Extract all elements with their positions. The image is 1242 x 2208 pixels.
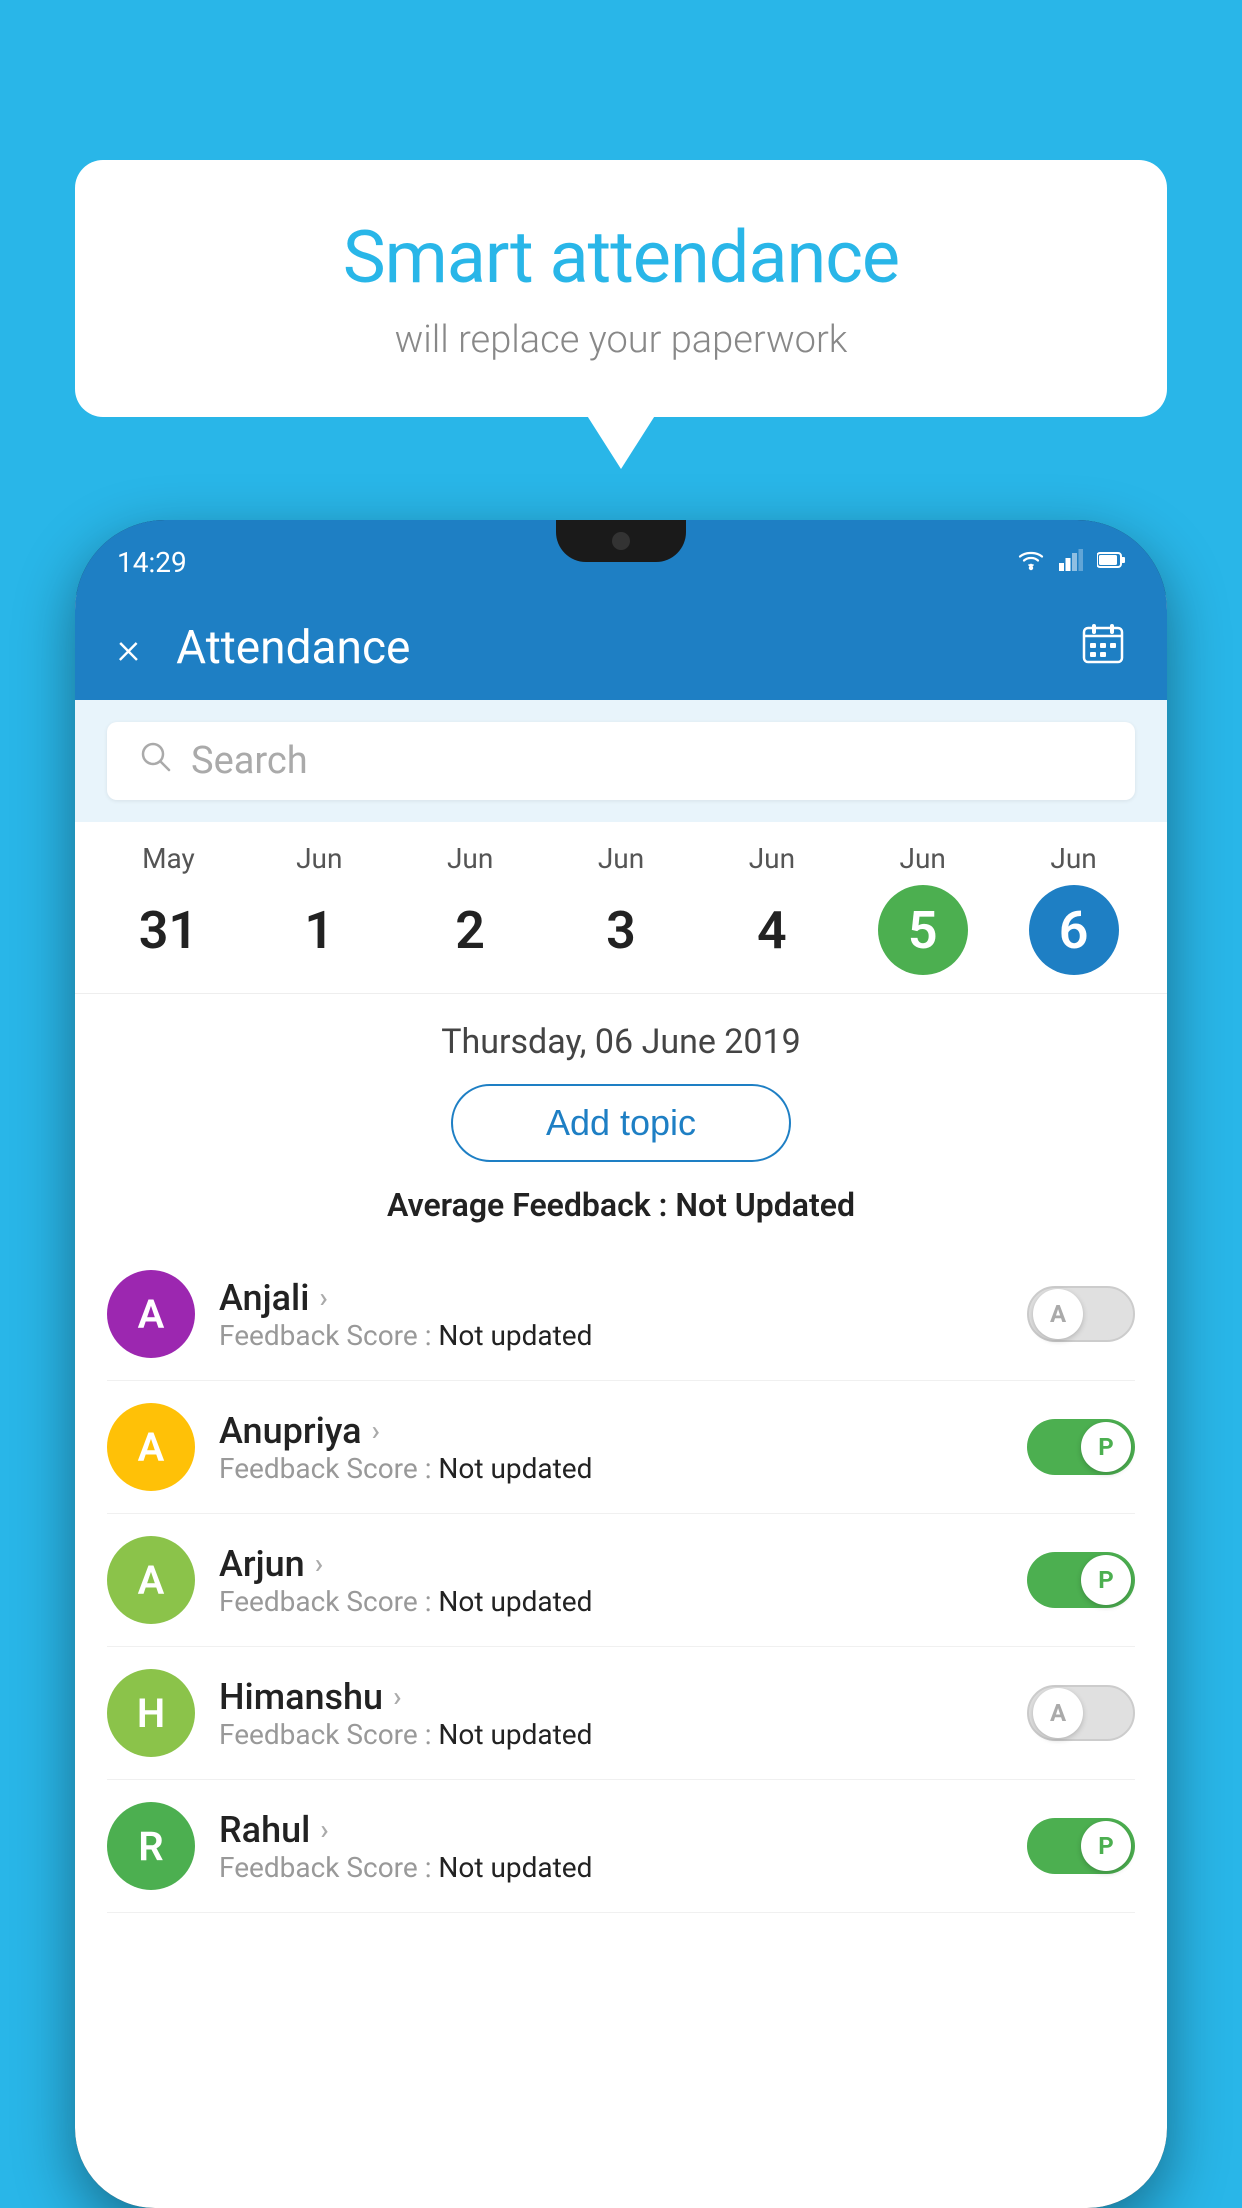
student-name: Arjun › <box>219 1543 1003 1585</box>
app-screen: × Attendance <box>75 595 1167 2208</box>
student-info: Anjali ›Feedback Score : Not updated <box>219 1277 1003 1352</box>
cal-month-label: May <box>142 842 195 875</box>
attendance-toggle[interactable]: A <box>1027 1685 1135 1741</box>
student-row[interactable]: R Rahul ›Feedback Score : Not updated P <box>107 1780 1135 1913</box>
cal-month-label: Jun <box>447 842 493 875</box>
selected-date-label: Thursday, 06 June 2019 <box>107 1022 1135 1062</box>
wifi-icon <box>1017 549 1045 577</box>
student-list: AAnjali ›Feedback Score : Not updatedAAA… <box>107 1248 1135 1913</box>
attendance-toggle[interactable]: P <box>1027 1419 1135 1475</box>
calendar-day[interactable]: Jun 2 <box>395 842 546 975</box>
feedback-score: Feedback Score : Not updated <box>219 1319 1003 1352</box>
calendar-day[interactable]: Jun 3 <box>546 842 697 975</box>
cal-date-label: 1 <box>274 885 364 975</box>
content-area: Thursday, 06 June 2019 Add topic Average… <box>75 994 1167 1941</box>
app-title: Attendance <box>176 621 1081 675</box>
student-row[interactable]: A Arjun ›Feedback Score : Not updated P <box>107 1514 1135 1647</box>
status-bar: 14:29 <box>75 520 1167 595</box>
chevron-right-icon: › <box>319 1281 327 1314</box>
chevron-right-icon: › <box>315 1547 323 1580</box>
toggle-knob: P <box>1081 1821 1131 1871</box>
student-name: Anjali › <box>219 1277 1003 1319</box>
camera-dot <box>612 532 630 550</box>
chevron-right-icon: › <box>393 1680 401 1713</box>
toggle-knob: A <box>1033 1688 1083 1738</box>
cal-date-label: 3 <box>576 885 666 975</box>
avg-feedback-label: Average Feedback : <box>387 1186 675 1224</box>
student-name: Rahul › <box>219 1809 1003 1851</box>
calendar-day[interactable]: May 31 <box>93 842 244 975</box>
cal-date-label: 4 <box>727 885 817 975</box>
calendar-icon[interactable] <box>1081 621 1125 675</box>
avatar: A <box>107 1536 195 1624</box>
phone-notch <box>556 520 686 562</box>
close-button[interactable]: × <box>117 626 140 670</box>
battery-icon <box>1097 550 1125 575</box>
status-icons <box>1017 549 1125 577</box>
search-placeholder: Search <box>191 739 308 783</box>
student-name: Anupriya › <box>219 1410 1003 1452</box>
speech-bubble-subtitle: will replace your paperwork <box>135 318 1107 362</box>
feedback-score: Feedback Score : Not updated <box>219 1718 1003 1751</box>
toggle-knob: A <box>1033 1289 1083 1339</box>
signal-icon <box>1059 549 1083 577</box>
speech-bubble-title: Smart attendance <box>135 215 1107 300</box>
calendar-day[interactable]: Jun 1 <box>244 842 395 975</box>
cal-month-label: Jun <box>1050 842 1096 875</box>
student-row[interactable]: A Anupriya ›Feedback Score : Not updated P <box>107 1381 1135 1514</box>
avg-feedback: Average Feedback : Not Updated <box>107 1186 1135 1224</box>
student-info: Arjun ›Feedback Score : Not updated <box>219 1543 1003 1618</box>
avatar: R <box>107 1802 195 1890</box>
search-bar[interactable]: Search <box>107 722 1135 800</box>
cal-month-label: Jun <box>749 842 795 875</box>
cal-date-label: 2 <box>425 885 515 975</box>
avg-feedback-value: Not Updated <box>675 1186 855 1224</box>
student-row[interactable]: H Himanshu ›Feedback Score : Not updated A <box>107 1647 1135 1780</box>
student-info: Rahul ›Feedback Score : Not updated <box>219 1809 1003 1884</box>
speech-bubble: Smart attendance will replace your paper… <box>75 160 1167 417</box>
toggle-knob: P <box>1081 1422 1131 1472</box>
search-icon <box>139 740 173 783</box>
feedback-score: Feedback Score : Not updated <box>219 1851 1003 1884</box>
avatar: A <box>107 1270 195 1358</box>
search-bar-container: Search <box>75 700 1167 822</box>
cal-month-label: Jun <box>900 842 946 875</box>
student-row[interactable]: A Anjali ›Feedback Score : Not updated A <box>107 1248 1135 1381</box>
app-header: × Attendance <box>75 595 1167 700</box>
toggle-knob: P <box>1081 1555 1131 1605</box>
calendar-strip: May 31 Jun 1 Jun 2 Jun 3 Jun 4 Jun 5 Jun 6 <box>75 822 1167 994</box>
status-time: 14:29 <box>117 546 187 579</box>
cal-date-label: 31 <box>123 885 213 975</box>
calendar-day[interactable]: Jun 4 <box>696 842 847 975</box>
attendance-toggle[interactable]: A <box>1027 1286 1135 1342</box>
attendance-toggle[interactable]: P <box>1027 1552 1135 1608</box>
chevron-right-icon: › <box>372 1414 380 1447</box>
calendar-day[interactable]: Jun 5 <box>847 842 998 975</box>
student-info: Himanshu ›Feedback Score : Not updated <box>219 1676 1003 1751</box>
cal-month-label: Jun <box>296 842 342 875</box>
chevron-right-icon: › <box>320 1813 328 1846</box>
cal-month-label: Jun <box>598 842 644 875</box>
feedback-score: Feedback Score : Not updated <box>219 1585 1003 1618</box>
avatar: A <box>107 1403 195 1491</box>
avatar: H <box>107 1669 195 1757</box>
cal-date-label: 6 <box>1029 885 1119 975</box>
attendance-toggle[interactable]: P <box>1027 1818 1135 1874</box>
add-topic-button[interactable]: Add topic <box>451 1084 791 1162</box>
phone-frame: 14:29 <box>75 520 1167 2208</box>
cal-date-label: 5 <box>878 885 968 975</box>
student-name: Himanshu › <box>219 1676 1003 1718</box>
student-info: Anupriya ›Feedback Score : Not updated <box>219 1410 1003 1485</box>
feedback-score: Feedback Score : Not updated <box>219 1452 1003 1485</box>
calendar-day[interactable]: Jun 6 <box>998 842 1149 975</box>
